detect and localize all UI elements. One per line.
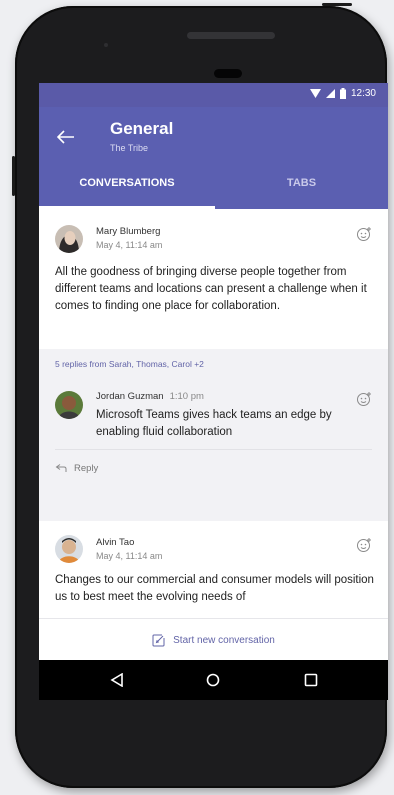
post-author: Mary Blumberg bbox=[96, 226, 161, 237]
app-screen: 12:30 General The Tribe CONVERSATIONS TA… bbox=[39, 83, 388, 700]
phone-earpiece bbox=[214, 69, 242, 78]
start-conversation-button[interactable]: Start new conversation bbox=[39, 618, 388, 661]
add-reaction-icon bbox=[357, 227, 371, 241]
wifi-icon bbox=[309, 89, 321, 98]
tab-conversations[interactable]: CONVERSATIONS bbox=[39, 175, 215, 209]
post-timestamp: May 4, 11:14 am bbox=[96, 240, 163, 250]
battery-icon bbox=[339, 88, 346, 99]
proximity-sensor bbox=[104, 43, 108, 47]
post-body: All the goodness of bringing diverse peo… bbox=[55, 266, 367, 312]
phone-speaker bbox=[187, 32, 275, 39]
thread-section: 5 replies from Sarah, Thomas, Carol +2 J… bbox=[39, 349, 388, 491]
tab-tabs[interactable]: TABS bbox=[215, 175, 388, 209]
reply-divider bbox=[55, 449, 372, 450]
reply-arrow-icon bbox=[55, 464, 67, 472]
post-body: Changes to our commercial and consumer m… bbox=[55, 574, 374, 603]
reply-author: Jordan Guzman bbox=[96, 391, 164, 402]
power-button bbox=[322, 3, 352, 6]
channel-title: General bbox=[110, 119, 174, 138]
reply-item[interactable]: Jordan Guzman 1:10 pm Microsoft Teams giv… bbox=[39, 377, 388, 487]
add-reaction-button[interactable] bbox=[356, 226, 372, 242]
compose-label: Start new conversation bbox=[173, 634, 275, 646]
add-reaction-button[interactable] bbox=[356, 391, 372, 407]
compose-icon bbox=[152, 634, 165, 646]
reply-body: Microsoft Teams gives hack teams an edge… bbox=[96, 409, 332, 438]
replies-summary-link[interactable]: 5 replies from Sarah, Thomas, Carol +2 bbox=[55, 359, 204, 369]
conversation-post[interactable]: Mary Blumberg May 4, 11:14 am All the go… bbox=[39, 209, 388, 349]
add-reaction-button[interactable] bbox=[356, 537, 372, 553]
reply-time: 1:10 pm bbox=[169, 391, 204, 402]
nav-recents-button[interactable] bbox=[301, 670, 321, 690]
back-arrow-icon bbox=[57, 130, 74, 144]
status-bar: 12:30 bbox=[39, 83, 388, 107]
signal-icon bbox=[325, 89, 335, 98]
back-button[interactable] bbox=[53, 125, 79, 149]
volume-button bbox=[12, 156, 15, 196]
nav-home-icon bbox=[206, 673, 220, 687]
add-reaction-icon bbox=[357, 392, 371, 406]
android-nav-bar bbox=[39, 660, 388, 700]
add-reaction-icon bbox=[357, 538, 371, 552]
conversation-post[interactable]: Alvin Tao May 4, 11:14 am Changes to our… bbox=[39, 521, 388, 618]
status-icons: 12:30 bbox=[309, 88, 376, 99]
reply-author-line: Jordan Guzman 1:10 pm bbox=[96, 391, 204, 402]
avatar bbox=[55, 225, 83, 253]
status-time: 12:30 bbox=[350, 88, 376, 99]
avatar bbox=[55, 391, 83, 419]
post-separator bbox=[39, 491, 388, 521]
nav-home-button[interactable] bbox=[203, 670, 223, 690]
reply-label: Reply bbox=[74, 463, 99, 474]
nav-back-button[interactable] bbox=[107, 670, 127, 690]
team-subtitle: The Tribe bbox=[110, 143, 149, 153]
reply-button[interactable]: Reply bbox=[55, 463, 98, 474]
nav-back-icon bbox=[110, 673, 123, 687]
avatar bbox=[55, 535, 83, 563]
post-timestamp: May 4, 11:14 am bbox=[96, 551, 163, 561]
nav-recents-icon bbox=[304, 673, 318, 687]
post-author: Alvin Tao bbox=[96, 537, 135, 548]
app-bar: General The Tribe CONVERSATIONS TABS bbox=[39, 107, 388, 209]
